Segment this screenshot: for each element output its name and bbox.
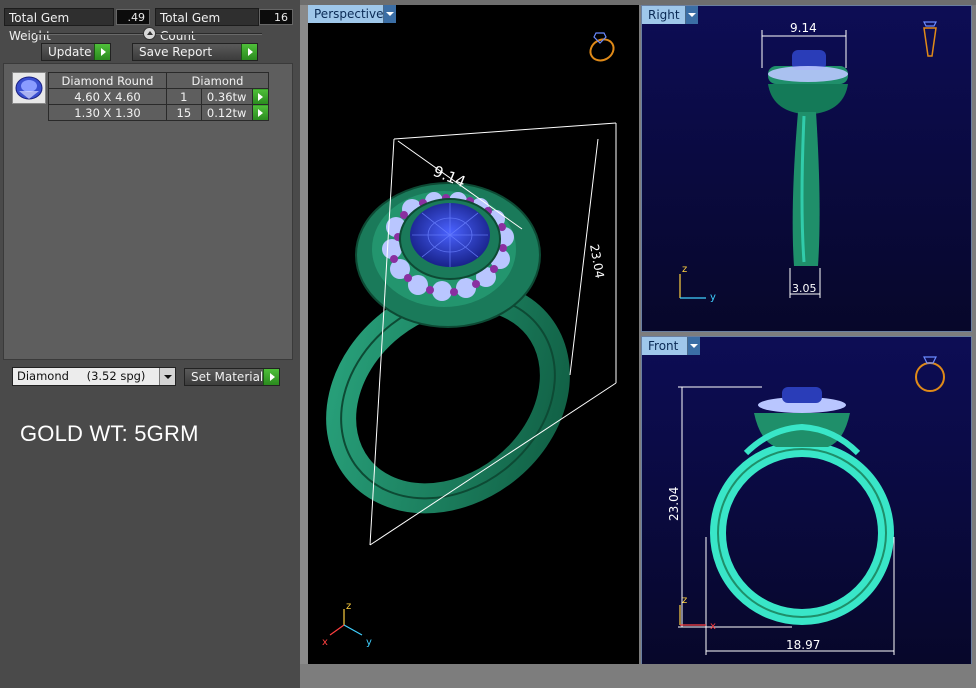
front-view-tab[interactable]: Front <box>642 337 688 355</box>
right-view-dropdown-icon[interactable] <box>686 6 698 24</box>
material-select[interactable]: Diamond (3.52 spg) <box>12 367 176 386</box>
view-ring-icon[interactable] <box>923 21 937 57</box>
gem-weight-cell: 0.12tw <box>200 104 253 121</box>
front-viewport[interactable]: 23.04 18.97 z x Front <box>641 336 972 665</box>
axis-x-label: x <box>710 621 716 632</box>
total-gem-count-value: 16 <box>259 9 293 25</box>
axis-triad: z x y <box>322 601 372 648</box>
gold-weight-note: GOLD WT: 5GRM <box>20 421 199 446</box>
axis-y-label: y <box>710 292 716 303</box>
status-strip <box>300 664 976 688</box>
right-viewport[interactable]: 9.14 3.05 z y Right <box>641 5 972 332</box>
row-go-button[interactable] <box>251 104 270 121</box>
gem-table-header-material: Diamond <box>166 72 269 89</box>
material-spg: (3.52 spg) <box>86 369 146 383</box>
table-row[interactable]: 1.30 X 1.30 15 0.12tw <box>48 104 270 121</box>
set-material-button-label: Set Material <box>191 370 264 384</box>
panel-splitter[interactable] <box>300 0 308 688</box>
update-button[interactable]: Update <box>41 43 111 61</box>
axis-z-label: z <box>682 264 687 275</box>
axis-z-label: z <box>682 595 687 606</box>
set-material-button[interactable]: Set Material <box>184 368 280 386</box>
gem-size-cell: 1.30 X 1.30 <box>48 104 167 121</box>
jewelry-cad-app: Total Gem Weight .49 Total Gem Count 16 … <box>0 0 976 688</box>
front-view-dropdown-icon[interactable] <box>688 337 700 355</box>
perspective-view-dropdown-icon[interactable] <box>384 5 396 23</box>
perspective-view-label: Perspective <box>314 7 384 21</box>
axis-x-label: x <box>322 637 328 648</box>
gem-size-cell: 4.60 X 4.60 <box>48 88 167 105</box>
gem-table-header-shape: Diamond Round <box>48 72 167 89</box>
save-report-button-label: Save Report <box>139 45 213 59</box>
go-arrow-icon <box>263 369 279 385</box>
update-button-label: Update <box>48 45 92 59</box>
right-shank-dimension: 3.05 <box>792 282 817 295</box>
axis-triad: z y <box>679 264 716 303</box>
front-view-label: Front <box>648 339 679 353</box>
go-arrow-icon <box>241 44 257 60</box>
front-height-dimension: 23.04 <box>667 487 681 521</box>
front-width-dimension: 18.97 <box>786 638 820 652</box>
save-report-button[interactable]: Save Report <box>132 43 258 61</box>
axis-triad: z x <box>679 595 716 632</box>
right-view-label: Right <box>648 8 680 22</box>
axis-y-label: y <box>366 637 372 648</box>
material-selected-name: Diamond <box>17 369 69 383</box>
perspective-viewport[interactable]: 9.14 23.04 z x y Perspective <box>308 5 639 664</box>
axis-z-label: z <box>346 601 351 612</box>
total-gem-count-label: Total Gem Count <box>155 8 259 43</box>
gem-list-area: Diamond Round Diamond 4.60 X 4.60 1 0.36… <box>3 63 293 360</box>
collapse-knob-icon[interactable] <box>143 27 156 40</box>
perspective-height-dimension: 23.04 <box>587 243 607 279</box>
go-arrow-icon <box>94 44 110 60</box>
chevron-down-icon <box>159 368 175 385</box>
gem-table: Diamond Round Diamond 4.60 X 4.60 1 0.36… <box>48 72 270 121</box>
total-gem-weight-value: .49 <box>116 9 150 25</box>
table-row[interactable]: 4.60 X 4.60 1 0.36tw <box>48 88 270 105</box>
gem-table-header: Diamond Round Diamond <box>48 72 269 89</box>
perspective-view-tab[interactable]: Perspective <box>308 5 384 23</box>
gem-weight-cell: 0.36tw <box>200 88 253 105</box>
round-diamond-thumbnail[interactable] <box>12 72 46 104</box>
view-ring-icon[interactable] <box>587 32 618 65</box>
right-view-tab[interactable]: Right <box>642 6 686 24</box>
right-width-dimension: 9.14 <box>790 21 817 35</box>
total-gem-weight-label: Total Gem Weight <box>4 8 114 43</box>
gem-count-cell: 15 <box>166 104 202 121</box>
view-ring-icon[interactable] <box>915 356 945 392</box>
gem-count-cell: 1 <box>166 88 202 105</box>
row-go-button[interactable] <box>251 88 270 105</box>
gem-report-panel: Total Gem Weight .49 Total Gem Count 16 … <box>0 0 300 688</box>
